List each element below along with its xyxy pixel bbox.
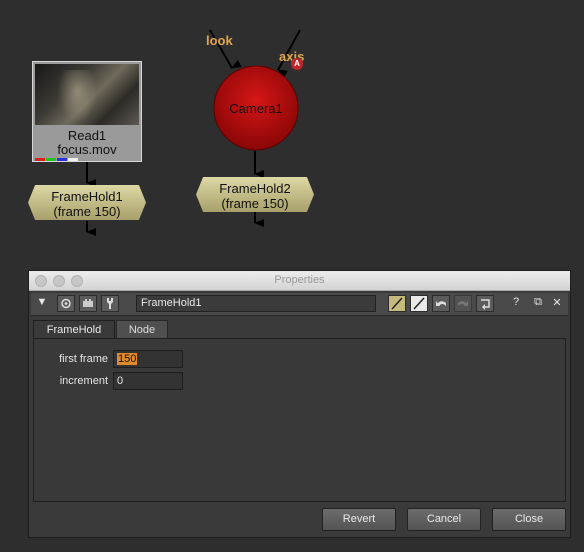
first-frame-input[interactable]: 150	[113, 350, 183, 368]
cancel-button[interactable]: Cancel	[407, 508, 481, 531]
revert-button[interactable]: Revert	[322, 508, 396, 531]
properties-titlebar[interactable]: Properties	[29, 271, 570, 291]
read-node-file: focus.mov	[57, 142, 117, 157]
read-node-name: Read1	[67, 128, 107, 143]
node-name-field[interactable]: FrameHold1	[136, 295, 376, 312]
properties-window-title: Properties	[274, 274, 325, 286]
revert-icon[interactable]	[476, 295, 494, 312]
tab-node[interactable]: Node	[116, 320, 168, 339]
framehold1-name: FrameHold1	[51, 189, 123, 204]
axis-badge-icon: A	[291, 58, 303, 70]
camera-input-look[interactable]: look	[206, 33, 233, 48]
framehold2-frame: (frame 150)	[221, 196, 289, 211]
help-icon[interactable]: ?	[509, 296, 523, 308]
properties-toolbar: ▼ FrameHold1 ? ⧉ ✕	[31, 293, 568, 316]
first-frame-label: first frame	[59, 353, 108, 365]
collapse-arrow-icon[interactable]: ▼	[35, 296, 49, 308]
float-panel-icon[interactable]: ⧉	[531, 296, 545, 309]
tile-color-icon[interactable]	[388, 295, 406, 312]
channel-green-indicator	[46, 158, 56, 161]
close-panel-icon[interactable]: ✕	[550, 296, 564, 309]
framehold1-node[interactable]: FrameHold1 (frame 150)	[28, 185, 146, 220]
wrench-icon[interactable]	[101, 295, 119, 312]
channel-alpha-indicator	[68, 158, 78, 161]
read-node[interactable]: Read1 focus.mov	[32, 61, 142, 162]
channel-red-indicator	[35, 158, 45, 161]
camera-node-label: Camera1	[229, 101, 283, 116]
redo-icon[interactable]	[454, 295, 472, 312]
channel-blue-indicator	[57, 158, 67, 161]
increment-label: increment	[59, 375, 108, 387]
tab-framehold[interactable]: FrameHold	[33, 320, 115, 339]
node-color-icon[interactable]	[79, 295, 97, 312]
gl-color-icon[interactable]	[410, 295, 428, 312]
first-frame-value: 150	[117, 353, 138, 365]
framehold2-node[interactable]: FrameHold2 (frame 150)	[196, 177, 314, 212]
tab-content-framehold: first frame 150 increment 0	[33, 338, 566, 502]
read-thumbnail	[35, 64, 139, 125]
increment-input[interactable]: 0	[113, 372, 183, 390]
close-button[interactable]: Close	[492, 508, 566, 531]
framehold1-frame: (frame 150)	[53, 204, 121, 219]
viewer-target-icon[interactable]	[57, 295, 75, 312]
undo-icon[interactable]	[432, 295, 450, 312]
framehold2-name: FrameHold2	[219, 181, 291, 196]
properties-panel: Properties ▼ FrameHold1 ? ⧉ ✕ FrameHold …	[28, 270, 571, 538]
